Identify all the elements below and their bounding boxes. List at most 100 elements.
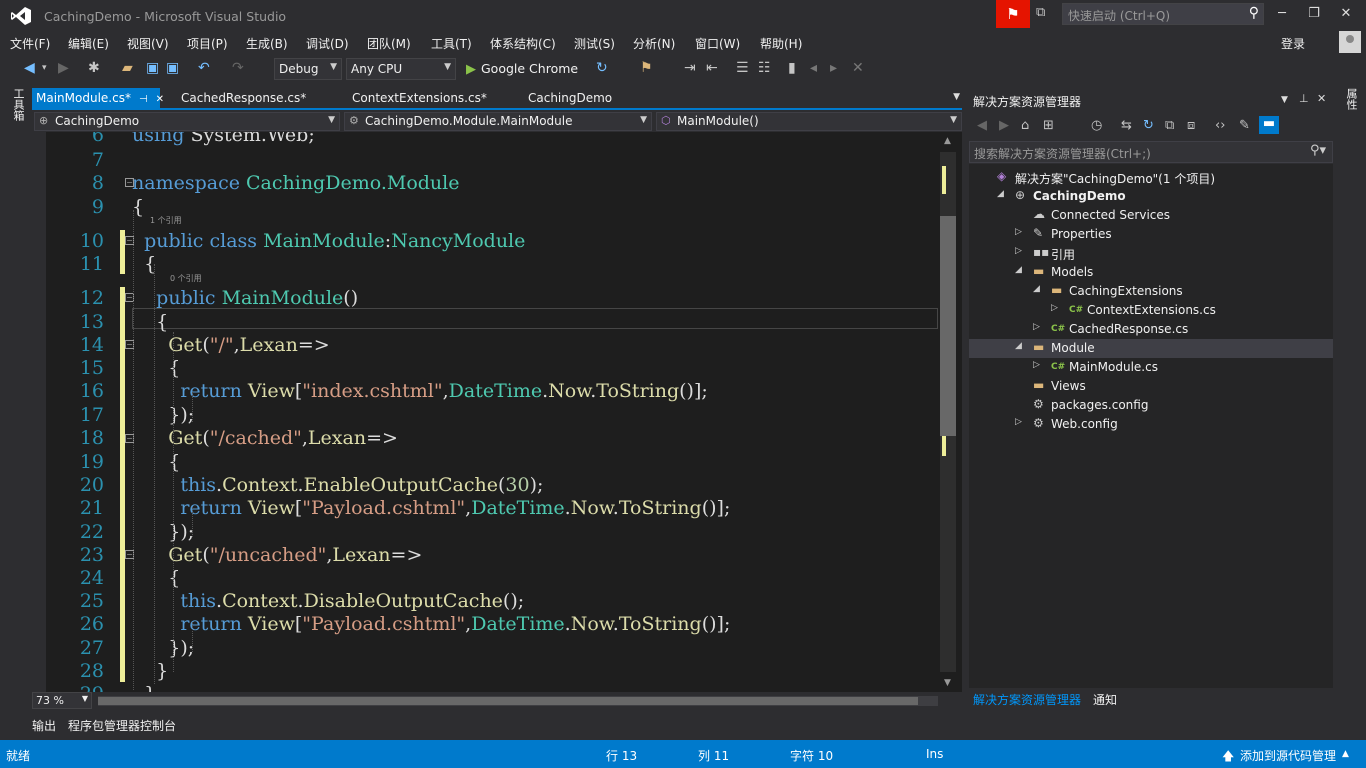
quick-launch-input[interactable]: 快速启动 (Ctrl+Q) ⚲ bbox=[1062, 3, 1264, 25]
collapse-arrow-icon[interactable]: ◢ bbox=[997, 189, 1004, 199]
account-avatar-icon[interactable] bbox=[1339, 31, 1361, 53]
code-line[interactable]: 26 return View["Payload.cshtml",DateTime… bbox=[32, 613, 938, 636]
code-line[interactable]: 13 { bbox=[32, 311, 938, 334]
menu-test[interactable]: 测试(S) bbox=[574, 35, 615, 52]
expand-arrow-icon[interactable]: ▷ bbox=[1015, 417, 1022, 427]
home-icon[interactable]: ⌂ bbox=[1021, 118, 1029, 133]
expand-arrow-icon[interactable]: ▷ bbox=[1051, 303, 1058, 313]
properties-wrench-icon[interactable]: ✎ bbox=[1239, 118, 1250, 133]
expand-arrow-icon[interactable]: ▷ bbox=[1033, 360, 1040, 370]
ctor-reference-hint[interactable]: 0 个引用 bbox=[170, 273, 202, 284]
tree-item[interactable]: ◢ ▬ Module bbox=[969, 339, 1333, 358]
menu-window[interactable]: 窗口(W) bbox=[695, 35, 740, 52]
scroll-thumb[interactable] bbox=[940, 216, 956, 436]
save-icon[interactable]: ▣ bbox=[146, 60, 159, 76]
tab-cachedresponse[interactable]: CachedResponse.cs* bbox=[177, 88, 310, 108]
scroll-down-icon[interactable]: ▼ bbox=[944, 678, 951, 688]
tree-item[interactable]: ▷ C# CachedResponse.cs bbox=[969, 320, 1333, 339]
code-line[interactable]: 29 } bbox=[32, 683, 938, 692]
code-line[interactable]: 24 { bbox=[32, 567, 938, 590]
tab-output[interactable]: 输出 bbox=[32, 717, 56, 734]
minimize-button[interactable]: ─ bbox=[1268, 4, 1296, 24]
code-line[interactable]: 12 public MainModule() bbox=[32, 287, 938, 310]
back-dropdown-icon[interactable]: ▾ bbox=[42, 63, 47, 73]
tree-item[interactable]: ▷ C# MainModule.cs bbox=[969, 358, 1333, 377]
source-control-chevron-up-icon[interactable]: ▲ bbox=[1342, 749, 1349, 759]
editor-horizontal-scrollbar[interactable] bbox=[98, 696, 938, 706]
collapse-arrow-icon[interactable]: ◢ bbox=[1015, 265, 1022, 275]
toolbox-tab[interactable]: 工具箱 bbox=[8, 88, 26, 128]
refresh-browser-icon[interactable]: ↻ bbox=[596, 60, 608, 76]
menu-edit[interactable]: 编辑(E) bbox=[68, 35, 109, 52]
code-line[interactable]: 27 }); bbox=[32, 637, 938, 660]
code-line[interactable]: 17 }); bbox=[32, 404, 938, 427]
menu-debug[interactable]: 调试(D) bbox=[306, 35, 349, 52]
expand-arrow-icon[interactable]: ▷ bbox=[1015, 246, 1022, 256]
code-line[interactable]: 20 this.Context.EnableOutputCache(30); bbox=[32, 474, 938, 497]
add-to-source-control-button[interactable]: 添加到源代码管理 bbox=[1240, 747, 1336, 764]
tree-item[interactable]: ☁ Connected Services bbox=[969, 206, 1333, 225]
solution-configuration-select[interactable]: Debug ▼ bbox=[274, 58, 342, 80]
menu-architecture[interactable]: 体系结构(C) bbox=[490, 35, 556, 52]
code-line[interactable]: 11 { bbox=[32, 253, 938, 276]
back-icon[interactable]: ◀ bbox=[977, 118, 987, 133]
expand-arrow-icon[interactable]: ▷ bbox=[1033, 322, 1040, 332]
solution-explorer-search-input[interactable]: 搜索解决方案资源管理器(Ctrl+;) ⚲▾ bbox=[969, 141, 1333, 163]
feedback-icon[interactable]: ⧉ bbox=[1036, 5, 1056, 23]
collapse-all-icon[interactable]: ⧉ bbox=[1165, 118, 1174, 133]
undo-icon[interactable]: ↶ bbox=[198, 60, 210, 76]
outdent-icon[interactable]: ⇤ bbox=[706, 60, 718, 76]
browser-link-icon[interactable]: ⚑ bbox=[640, 60, 653, 76]
indent-icon[interactable]: ⇥ bbox=[684, 60, 696, 76]
close-tab-icon[interactable]: ✕ bbox=[156, 94, 164, 105]
close-window-button[interactable]: ✕ bbox=[1332, 4, 1360, 24]
type-dropdown[interactable]: ⚙ CachingDemo.Module.MainModule ▼ bbox=[344, 112, 652, 131]
new-project-icon[interactable]: ✱ bbox=[88, 60, 100, 76]
uncomment-icon[interactable]: ☷ bbox=[758, 60, 771, 76]
collapse-arrow-icon[interactable]: ◢ bbox=[1015, 341, 1022, 351]
tree-item[interactable]: ▷ ▪▪ 引用 bbox=[969, 244, 1333, 263]
tab-solution-explorer[interactable]: 解决方案资源管理器 bbox=[973, 691, 1081, 708]
auto-hide-pin-icon[interactable]: ⊥ bbox=[1299, 92, 1309, 105]
tree-item[interactable]: ◢ ⊕ CachingDemo bbox=[969, 187, 1333, 206]
menu-project[interactable]: 项目(P) bbox=[187, 35, 228, 52]
forward-icon[interactable]: ▶ bbox=[999, 118, 1009, 133]
menu-build[interactable]: 生成(B) bbox=[246, 35, 288, 52]
menu-team[interactable]: 团队(M) bbox=[367, 35, 411, 52]
tree-item[interactable]: ▬ Views bbox=[969, 377, 1333, 396]
tree-item[interactable]: ▷ C# ContextExtensions.cs bbox=[969, 301, 1333, 320]
refresh-icon[interactable]: ↻ bbox=[1143, 118, 1154, 133]
tree-item[interactable]: ▷ ⚙ Web.config bbox=[969, 415, 1333, 434]
horizontal-scroll-thumb[interactable] bbox=[98, 697, 918, 705]
tab-mainmodule[interactable]: MainModule.cs* ⊣ ✕ bbox=[32, 88, 164, 108]
editor-vertical-scrollbar[interactable]: ▲ ▼ bbox=[938, 132, 962, 692]
code-line[interactable]: 18 Get("/cached",Lexan=> bbox=[32, 427, 938, 450]
code-line[interactable]: 28 } bbox=[32, 660, 938, 683]
switch-views-icon[interactable]: ⊞ bbox=[1043, 118, 1054, 133]
save-all-icon[interactable]: ▣ bbox=[166, 60, 179, 76]
tab-package-manager-console[interactable]: 程序包管理器控制台 bbox=[68, 717, 176, 734]
tree-item[interactable]: ▷ ✎ Properties bbox=[969, 225, 1333, 244]
tab-cachingdemo[interactable]: CachingDemo bbox=[524, 88, 616, 108]
class-reference-hint[interactable]: 1 个引用 bbox=[150, 215, 182, 226]
code-line[interactable]: 14 Get("/",Lexan=> bbox=[32, 334, 938, 357]
tree-item[interactable]: ⚙ packages.config bbox=[969, 396, 1333, 415]
properties-tab[interactable]: 属性 bbox=[1341, 88, 1359, 118]
preview-selected-items-icon[interactable]: ▬ bbox=[1259, 116, 1279, 134]
scroll-up-icon[interactable]: ▲ bbox=[944, 136, 951, 146]
zoom-level-select[interactable]: 73 % ▼ bbox=[32, 692, 92, 709]
bookmark-icon[interactable]: ▮ bbox=[788, 60, 796, 76]
code-line[interactable]: 16 return View["index.cshtml",DateTime.N… bbox=[32, 380, 938, 403]
project-dropdown[interactable]: ⊕ CachingDemo ▼ bbox=[34, 112, 340, 131]
previous-bookmark-icon[interactable]: ◂ bbox=[810, 60, 817, 76]
navigate-forward-icon[interactable]: ▶ bbox=[58, 60, 69, 76]
sign-in-link[interactable]: 登录 bbox=[1281, 35, 1305, 52]
tree-item[interactable]: ◢ ▬ CachingExtensions bbox=[969, 282, 1333, 301]
tab-notifications[interactable]: 通知 bbox=[1093, 691, 1117, 708]
open-file-icon[interactable]: ▰ bbox=[122, 60, 133, 76]
tree-item[interactable]: ◢ ▬ Models bbox=[969, 263, 1333, 282]
redo-icon[interactable]: ↷ bbox=[232, 60, 244, 76]
collapse-region-icon[interactable]: − bbox=[125, 178, 134, 187]
code-line[interactable]: 23 Get("/uncached",Lexan=> bbox=[32, 544, 938, 567]
sync-with-document-icon[interactable]: ⇆ bbox=[1121, 118, 1132, 133]
